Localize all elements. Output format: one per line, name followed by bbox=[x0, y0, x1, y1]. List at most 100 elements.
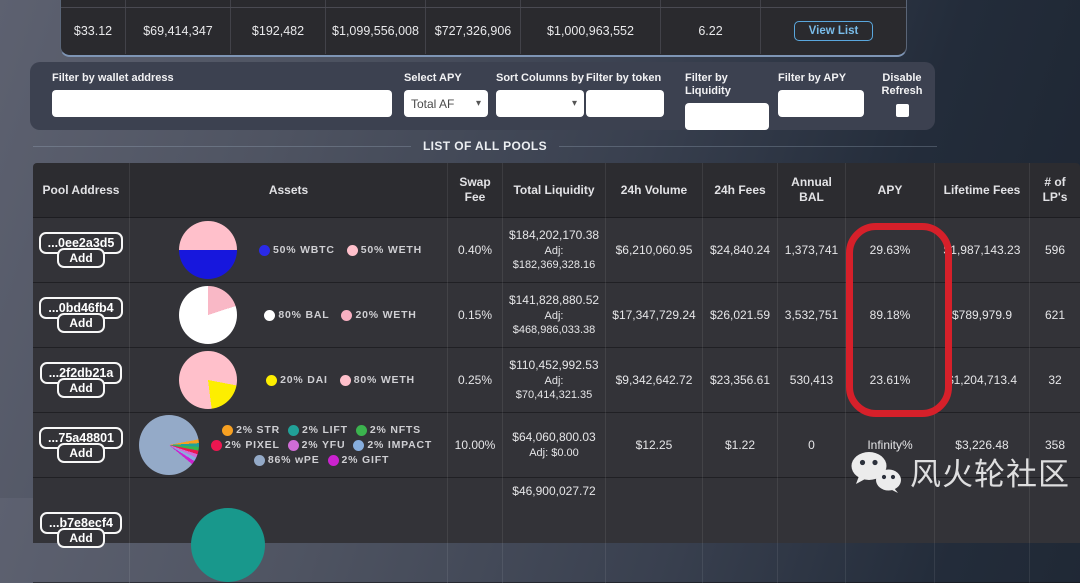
select-apy-label: Select APY bbox=[404, 72, 488, 85]
header-total-liquidity: Total Liquidity bbox=[503, 163, 606, 218]
apy-filter-input[interactable] bbox=[778, 90, 864, 117]
apy-cell: 89.18% bbox=[846, 283, 935, 348]
swap-fee-cell: 0.25% bbox=[448, 348, 503, 413]
wallet-filter-input[interactable] bbox=[52, 90, 392, 117]
summary-value: $1,000,963,552 bbox=[521, 8, 661, 54]
fees-cell: $24,840.24 bbox=[703, 218, 778, 283]
legend-label: 20% DAI bbox=[280, 374, 328, 386]
wallet-filter-label: Filter by wallet address bbox=[52, 72, 392, 85]
header-24h-fees: 24h Fees bbox=[703, 163, 778, 218]
volume-cell: $9,342,642.72 bbox=[606, 348, 703, 413]
summary-value: 6.22 bbox=[661, 8, 761, 54]
asset-legend: 50% WBTC 50% WETH bbox=[237, 244, 444, 256]
watermark-text: 风火轮社区 bbox=[910, 449, 1070, 494]
legend-dot bbox=[288, 425, 299, 436]
legend-dot bbox=[211, 440, 222, 451]
table-row: ...0bd46fb4 Add 80% BAL 20% WETH 0.15% $… bbox=[33, 283, 1080, 348]
sort-columns-label: Sort Columns by bbox=[496, 72, 584, 85]
asset-pie-chart bbox=[179, 286, 237, 344]
annual-bal-cell: 1,373,741 bbox=[778, 218, 846, 283]
apy-cell: 29.63% bbox=[846, 218, 935, 283]
lifetime-fees-cell: $1,987,143.23 bbox=[935, 218, 1030, 283]
legend-dot bbox=[356, 425, 367, 436]
asset-pie-chart bbox=[139, 415, 199, 475]
token-filter-input[interactable] bbox=[586, 90, 664, 117]
asset-pie-chart bbox=[179, 221, 237, 279]
disable-refresh-label: Refresh bbox=[875, 85, 929, 98]
legend-dot bbox=[222, 425, 233, 436]
legend-label: 2% NFTS bbox=[370, 424, 421, 436]
add-button[interactable]: Add bbox=[57, 313, 104, 333]
asset-pie-chart bbox=[191, 508, 265, 582]
fees-cell: $1.22 bbox=[703, 413, 778, 478]
lps-cell: 32 bbox=[1030, 348, 1080, 413]
swap-fee-cell bbox=[448, 478, 503, 583]
summary-row-partial bbox=[61, 0, 906, 8]
legend-dot bbox=[353, 440, 364, 451]
annual-bal-cell: 530,413 bbox=[778, 348, 846, 413]
legend-label: 2% YFU bbox=[302, 439, 346, 451]
chevron-down-icon: ▾ bbox=[572, 98, 577, 109]
summary-value: $69,414,347 bbox=[126, 8, 231, 54]
swap-fee-cell: 0.40% bbox=[448, 218, 503, 283]
divider bbox=[33, 146, 411, 147]
fees-cell: $26,021.59 bbox=[703, 283, 778, 348]
legend-dot bbox=[264, 310, 275, 321]
disable-refresh-checkbox[interactable] bbox=[896, 104, 909, 117]
legend-dot bbox=[347, 245, 358, 256]
fees-cell bbox=[703, 478, 778, 583]
header-lifetime-fees: Lifetime Fees bbox=[935, 163, 1030, 218]
header-assets: Assets bbox=[130, 163, 448, 218]
liquidity-filter-input[interactable] bbox=[685, 103, 769, 130]
annual-bal-cell: 3,532,751 bbox=[778, 283, 846, 348]
legend-label: 20% WETH bbox=[355, 309, 416, 321]
annual-bal-cell bbox=[778, 478, 846, 583]
add-button[interactable]: Add bbox=[57, 378, 104, 398]
header-annual-bal: Annual BAL bbox=[778, 163, 846, 218]
summary-card: $33.12 $69,414,347 $192,482 $1,099,556,0… bbox=[60, 0, 907, 57]
liquidity-filter-label: Filter by Liquidity bbox=[685, 72, 769, 98]
legend-label: 80% BAL bbox=[278, 309, 329, 321]
table-header-row: Pool Address Assets Swap Fee Total Liqui… bbox=[33, 163, 1080, 218]
asset-legend: 20% DAI 80% WETH bbox=[237, 374, 444, 386]
lps-cell: 596 bbox=[1030, 218, 1080, 283]
header-num-lps: # of LP's bbox=[1030, 163, 1080, 218]
token-filter-label: Filter by token bbox=[586, 72, 664, 85]
page-title: LIST OF ALL POOLS bbox=[423, 139, 547, 153]
watermark: 风火轮社区 bbox=[850, 449, 1070, 494]
legend-label: 50% WBTC bbox=[273, 244, 335, 256]
sort-columns-dropdown[interactable]: ▾ bbox=[496, 90, 584, 117]
add-button[interactable]: Add bbox=[57, 248, 104, 268]
add-button[interactable]: Add bbox=[57, 528, 104, 548]
legend-label: 2% IMPACT bbox=[367, 439, 432, 451]
filter-panel: Filter by wallet address Select APY Tota… bbox=[30, 62, 935, 130]
annual-bal-cell: 0 bbox=[778, 413, 846, 478]
legend-label: 86% wPE bbox=[268, 454, 320, 466]
total-liquidity-cell: $64,060,800.03 Adj: $0.00 bbox=[503, 413, 606, 478]
apy-cell: 23.61% bbox=[846, 348, 935, 413]
section-title-bar: LIST OF ALL POOLS bbox=[33, 139, 937, 153]
legend-dot bbox=[288, 440, 299, 451]
view-list-button[interactable]: View List bbox=[794, 21, 874, 41]
lifetime-fees-cell: $1,204,713.4 bbox=[935, 348, 1030, 413]
add-button[interactable]: Add bbox=[57, 443, 104, 463]
table-row: ...0ee2a3d5 Add 50% WBTC 50% WETH 0.40% … bbox=[33, 218, 1080, 283]
legend-dot bbox=[340, 375, 351, 386]
total-liquidity-cell: $141,828,880.52 Adj: $468,986,033.38 bbox=[503, 283, 606, 348]
legend-label: 2% PIXEL bbox=[225, 439, 280, 451]
fees-cell: $23,356.61 bbox=[703, 348, 778, 413]
chevron-down-icon: ▾ bbox=[476, 98, 481, 109]
legend-dot bbox=[254, 455, 265, 466]
legend-label: 2% LIFT bbox=[302, 424, 348, 436]
legend-dot bbox=[259, 245, 270, 256]
summary-value: $192,482 bbox=[231, 8, 326, 54]
header-apy: APY bbox=[846, 163, 935, 218]
asset-legend: 80% BAL 20% WETH bbox=[237, 309, 444, 321]
total-liquidity-cell: $110,452,992.53 Adj: $70,414,321.35 bbox=[503, 348, 606, 413]
select-apy-dropdown[interactable]: Total AF ▾ bbox=[404, 90, 488, 117]
volume-cell: $12.25 bbox=[606, 413, 703, 478]
legend-dot bbox=[341, 310, 352, 321]
asset-legend: 2% STR 2% LIFT 2% NFTS 2% PIXEL 2% YFU 2… bbox=[199, 424, 444, 466]
volume-cell: $17,347,729.24 bbox=[606, 283, 703, 348]
header-pool-address: Pool Address bbox=[33, 163, 130, 218]
